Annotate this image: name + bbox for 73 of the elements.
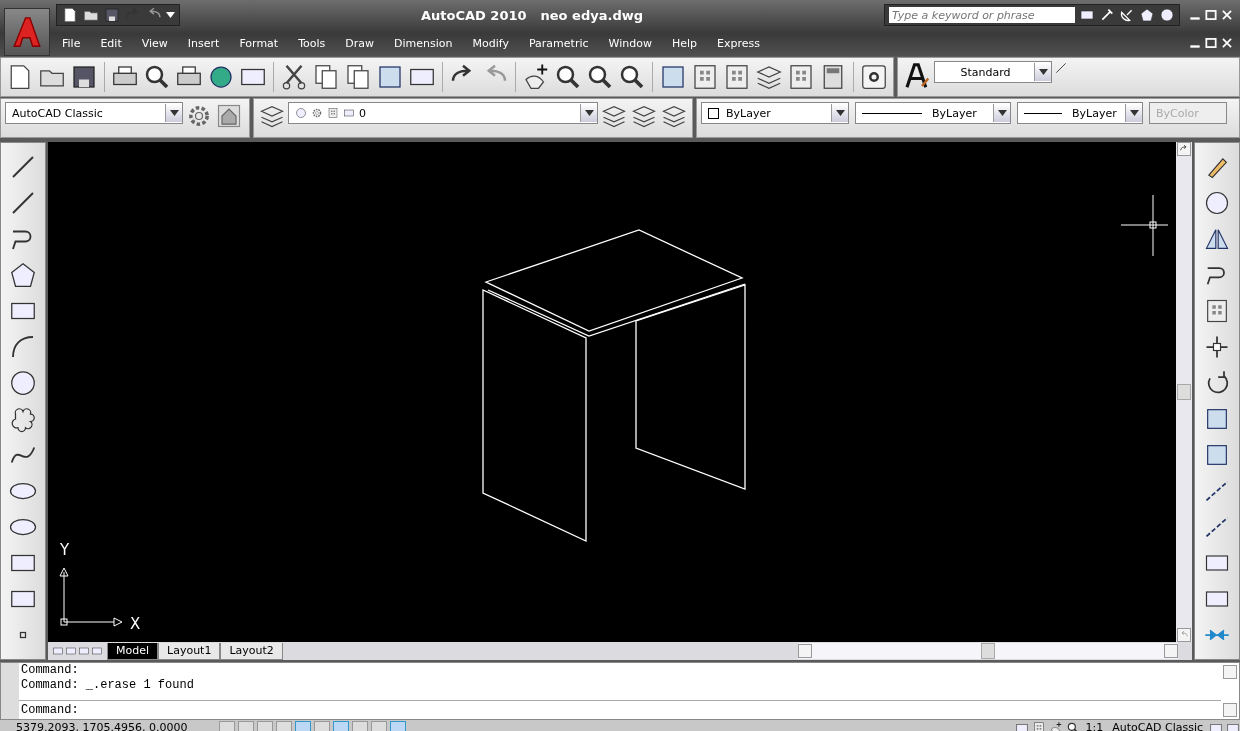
menu-item[interactable]: Insert: [177, 36, 230, 50]
menu-item[interactable]: File: [52, 36, 91, 50]
drafting-toggle-button[interactable]: [276, 720, 292, 731]
new-file-icon[interactable]: [61, 6, 79, 24]
scroll-up-button[interactable]: [1223, 665, 1237, 679]
drafting-toggle-button[interactable]: [219, 720, 235, 731]
command-window-grip[interactable]: [1, 663, 19, 719]
window-title: AutoCAD 2010: [421, 7, 527, 23]
layout-tab[interactable]: Model: [107, 642, 159, 660]
color-dropdown[interactable]: ByLayer: [701, 102, 849, 124]
drafting-toggle-button[interactable]: [314, 720, 330, 731]
crosshair-cursor: [1120, 194, 1168, 257]
annotation-scale-button[interactable]: 1:1: [1082, 721, 1107, 731]
linetype-dropdown[interactable]: ByLayer: [855, 102, 1011, 124]
menu-item[interactable]: Dimension: [384, 36, 463, 50]
dropdown-caret-icon[interactable]: [165, 104, 182, 122]
drafting-toggle-button[interactable]: [371, 720, 387, 731]
pan-icon[interactable]: [1048, 720, 1063, 731]
x-axis-label: X: [130, 615, 141, 633]
command-line-field[interactable]: Command:: [19, 700, 1221, 719]
dropdown-caret-icon[interactable]: [831, 104, 848, 122]
satellite-dish-icon[interactable]: [1119, 7, 1135, 23]
polygon-icon[interactable]: [8, 260, 38, 290]
lineweight-dropdown[interactable]: ByLayer: [1017, 102, 1143, 124]
scroll-down-button[interactable]: [1223, 703, 1237, 717]
search-field[interactable]: Type a keyword or phrase: [889, 7, 1075, 23]
drafting-toggle-button[interactable]: [390, 720, 406, 731]
dropdown-caret-icon[interactable]: [993, 104, 1010, 122]
close-icon[interactable]: [1220, 8, 1234, 22]
dropdown-caret-icon[interactable]: [1125, 104, 1142, 122]
drafting-toggle-button[interactable]: [257, 720, 273, 731]
command-history-line: Command:: [21, 663, 80, 678]
key-icon[interactable]: [1099, 7, 1115, 23]
house-icon[interactable]: [215, 102, 243, 130]
menu-item[interactable]: Edit: [90, 36, 132, 50]
application-menu-button[interactable]: [4, 8, 50, 56]
scroll-thumb[interactable]: [1177, 384, 1191, 400]
close-icon[interactable]: [1220, 36, 1234, 50]
horizontal-scrollbar[interactable]: [798, 643, 1178, 659]
menu-item[interactable]: Help: [661, 36, 707, 50]
menu-item[interactable]: View: [131, 36, 178, 50]
menu-item[interactable]: Modify: [462, 36, 519, 50]
menu-item[interactable]: Draw: [335, 36, 384, 50]
drafting-toggle-button[interactable]: [295, 720, 311, 731]
layout-tab[interactable]: Layout2: [220, 642, 283, 660]
drawing-canvas[interactable]: Y X: [48, 142, 1176, 642]
restore-icon[interactable]: [1204, 36, 1218, 50]
menu-item[interactable]: Window: [598, 36, 662, 50]
command-history-line: Command: _.erase 1 found: [21, 678, 195, 693]
sun-icon[interactable]: [311, 107, 323, 119]
menu-item[interactable]: Tools: [288, 36, 336, 50]
zoom-icon[interactable]: [1065, 720, 1080, 731]
dropdown-caret-icon[interactable]: [580, 104, 597, 122]
file-name: neo edya.dwg: [540, 7, 643, 23]
text-style-dropdown[interactable]: Standard: [934, 61, 1052, 83]
menu-item[interactable]: Express: [707, 36, 770, 50]
app-logo-icon[interactable]: [10, 15, 44, 49]
drafting-toggle-button[interactable]: [333, 720, 349, 731]
layout-tab[interactable]: Layout1: [158, 642, 221, 660]
drafting-toggle-button[interactable]: [238, 720, 254, 731]
maximize-icon[interactable]: [1204, 8, 1218, 22]
menu-item[interactable]: Parametric: [518, 36, 599, 50]
drafting-toggle-button[interactable]: [352, 720, 368, 731]
y-axis-label: Y: [60, 541, 70, 559]
ucs-axes-icon: [59, 567, 123, 627]
menu-item[interactable]: Format: [229, 36, 289, 50]
circle-icon[interactable]: [8, 368, 38, 398]
customize-caret-icon[interactable]: [166, 12, 175, 18]
workspace-dropdown[interactable]: AutoCAD Classic: [5, 102, 183, 124]
workspace-switch-button[interactable]: AutoCAD Classic: [1109, 721, 1206, 731]
vertical-scrollbar[interactable]: [1176, 142, 1192, 642]
layer-dropdown[interactable]: 0: [288, 102, 598, 124]
dropdown-caret-icon[interactable]: [1034, 63, 1051, 81]
